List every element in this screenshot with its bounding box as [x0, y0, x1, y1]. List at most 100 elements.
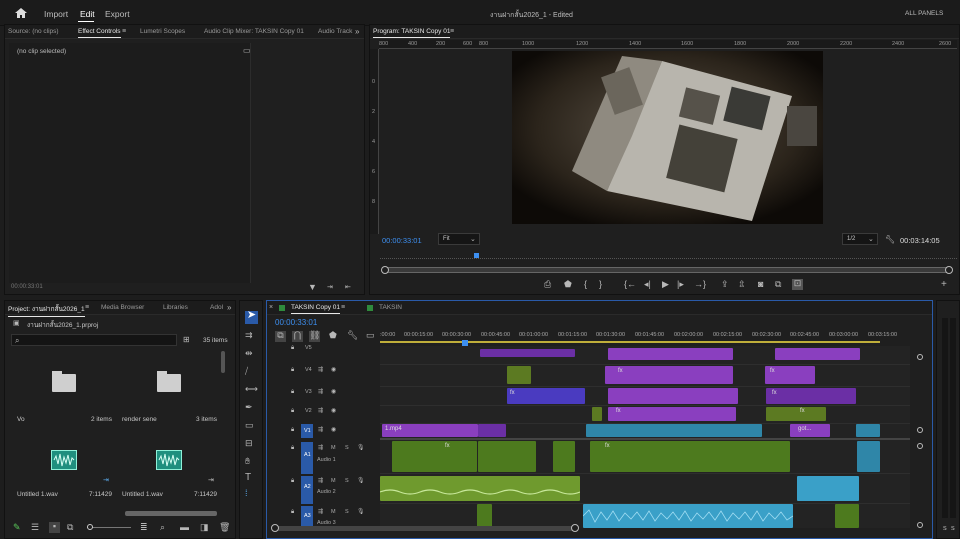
snap-icon[interactable]: ⋂ [292, 331, 303, 342]
type-tool-icon[interactable]: T [245, 473, 251, 483]
mute-button[interactable]: M [331, 445, 336, 451]
search-bin-icon[interactable]: ⌕ [160, 523, 165, 532]
video-clip[interactable] [608, 388, 738, 404]
search-input[interactable]: ⌕ [11, 334, 177, 346]
sync-lock-icon[interactable]: ⇶ [318, 388, 323, 397]
mic-icon[interactable]: 🎙︎ [357, 477, 365, 486]
eye-icon[interactable]: ◉ [331, 366, 336, 375]
camera-icon[interactable]: ◙ [758, 280, 763, 289]
lock-icon[interactable]: 🔒︎ [291, 366, 294, 375]
lock-icon[interactable]: 🔒︎ [291, 388, 294, 397]
ripple-edit-icon[interactable]: ⇹ [245, 349, 253, 358]
lock-icon[interactable]: 🔒︎ [291, 344, 294, 353]
tab-adol[interactable]: Adol [210, 304, 223, 311]
video-clip[interactable] [608, 348, 733, 360]
tab-audio-track[interactable]: Audio Track [318, 28, 352, 35]
audio-clip[interactable] [857, 441, 880, 472]
lock-icon[interactable]: 🔒︎ [291, 444, 294, 453]
linked-selection-icon[interactable]: ⛓︎ [309, 331, 320, 342]
video-clip[interactable] [766, 407, 826, 421]
project-item-folder[interactable]: Vo 2 items [15, 356, 115, 426]
video-clip[interactable] [507, 388, 585, 404]
sync-lock-icon[interactable]: ⇶ [318, 366, 323, 375]
video-clip[interactable] [478, 424, 506, 437]
eye-icon[interactable]: ◉ [331, 426, 336, 435]
audio-clip[interactable] [582, 504, 794, 528]
scroll-handle-left[interactable] [381, 266, 389, 274]
panel-menu-icon[interactable]: ≡ [85, 303, 89, 312]
meter-label[interactable]: S [943, 526, 947, 532]
lift-icon[interactable]: ⇪ [721, 280, 729, 289]
trash-icon[interactable]: 🗑︎ [219, 523, 230, 532]
pen-tool-icon[interactable]: ✒ [245, 403, 253, 412]
all-panels-button[interactable]: ALL PANELS [905, 10, 943, 17]
timeline-timecode[interactable]: 00:00:33:01 [275, 318, 317, 327]
tab-sequence-1[interactable]: TAKSIN Copy 01 [291, 304, 341, 314]
settings-wrench-icon[interactable]: 🔧︎ [347, 331, 358, 340]
sort-icon[interactable]: ≣ [140, 523, 148, 532]
collapse-panel-icon[interactable]: ▭ [243, 46, 251, 55]
mark-in-icon[interactable]: { [584, 280, 587, 289]
sync-lock-icon[interactable]: ⇶ [318, 407, 323, 416]
video-clip[interactable] [586, 424, 762, 437]
video-clip[interactable] [608, 407, 736, 421]
eye-icon[interactable]: ◉ [331, 388, 336, 397]
project-hscrollbar[interactable] [125, 511, 217, 516]
marker-add-icon[interactable]: ⬟ [329, 331, 337, 340]
panel-menu-icon[interactable]: ≡ [122, 27, 126, 36]
lock-icon[interactable]: 🔒︎ [291, 407, 294, 416]
mute-button[interactable]: M [331, 509, 336, 515]
export-frame-icon[interactable]: ⇥ [327, 283, 333, 292]
program-mini-ruler[interactable] [380, 251, 957, 259]
scroll-handle[interactable] [917, 522, 923, 528]
import-tab[interactable]: Import [44, 9, 68, 19]
eye-icon[interactable]: ◉ [331, 407, 336, 416]
scroll-handle[interactable] [917, 354, 923, 360]
overflow-chevron-icon[interactable]: » [355, 27, 359, 36]
mic-icon[interactable]: 🎙︎ [357, 444, 365, 453]
tab-source[interactable]: Source: (no clips) [8, 28, 59, 35]
track-target-a2[interactable] [301, 476, 313, 504]
edit-tab[interactable]: Edit [80, 9, 95, 19]
track-target-a1[interactable] [301, 442, 313, 474]
timeline-hscrollbar[interactable] [271, 524, 579, 532]
home-icon[interactable] [15, 8, 27, 18]
tab-effect-controls[interactable]: Effect Controls [78, 28, 121, 38]
lock-icon[interactable]: 🔒︎ [291, 426, 294, 435]
sync-lock-icon[interactable]: ⇶ [318, 426, 323, 435]
scroll-handle[interactable] [917, 427, 923, 433]
slip-icon[interactable]: ⟷ [245, 385, 258, 394]
audio-clip[interactable] [553, 441, 575, 472]
program-video-frame[interactable] [512, 51, 823, 224]
solo-button[interactable]: S [345, 445, 349, 451]
add-button-icon[interactable]: + [941, 280, 947, 290]
sync-lock-icon[interactable]: ⇶ [318, 477, 323, 486]
video-clip[interactable] [480, 349, 575, 357]
mute-button[interactable]: M [331, 478, 336, 484]
tab-project[interactable]: Project: งานฝากสั้น2026_1 [8, 304, 85, 317]
rate-stretch-icon[interactable]: ⊟ [245, 439, 253, 448]
freeform-view-icon[interactable]: ⧉ [67, 523, 73, 532]
add-marker-icon[interactable]: ⎙ [544, 280, 551, 289]
hand-tool-icon[interactable]: ✋︎ [245, 457, 250, 466]
track-select-icon[interactable]: ⇉ [245, 331, 253, 340]
zoom-slider[interactable] [87, 524, 131, 530]
scroll-handle[interactable] [917, 443, 923, 449]
mark-out-icon[interactable]: } [599, 280, 602, 289]
solo-button[interactable]: S [345, 509, 349, 515]
scroll-handle-right[interactable] [571, 524, 579, 532]
video-clip[interactable] [775, 348, 860, 360]
playhead-marker[interactable] [474, 253, 479, 258]
tab-lumetri-scopes[interactable]: Lumetri Scopes [140, 28, 185, 35]
lock-icon[interactable]: 🔒︎ [291, 477, 294, 486]
audio-clip[interactable] [392, 441, 477, 472]
zoom-scrollbar[interactable] [381, 266, 953, 274]
new-item-icon[interactable]: ◨ [200, 523, 209, 532]
audio-clip[interactable] [835, 504, 859, 528]
audio-clip[interactable] [380, 476, 581, 501]
new-bin-icon[interactable]: ⊞ [183, 335, 190, 344]
track-area[interactable]: fx fx fx fx fx fx 1.mp4 got... fx fx [380, 346, 910, 528]
tab-audio-clip-mixer[interactable]: Audio Clip Mixer: TAKSIN Copy 01 [204, 28, 304, 35]
overflow-chevron-icon[interactable]: » [227, 303, 231, 312]
comparison-icon[interactable]: ⧉ [775, 280, 781, 289]
